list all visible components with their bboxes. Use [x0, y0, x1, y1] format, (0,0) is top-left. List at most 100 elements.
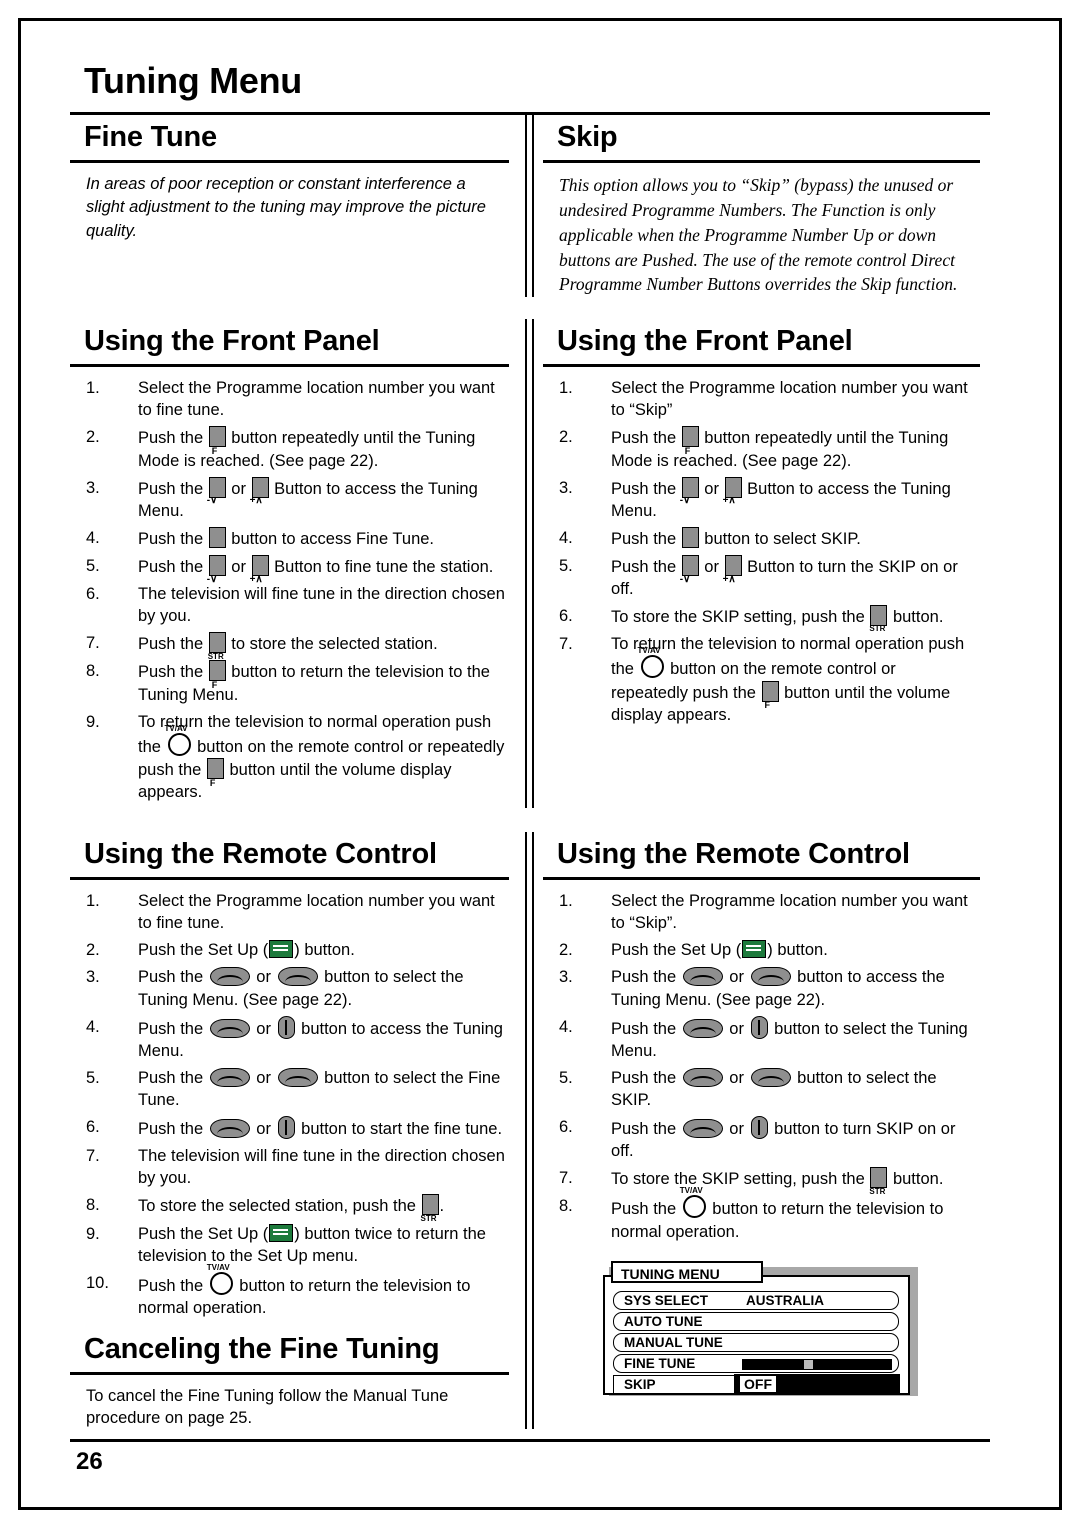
- step-number: 5.: [86, 556, 100, 575]
- osd-rows: SYS SELECT AUSTRALIA AUTO TUNE MANUAL TU…: [613, 1290, 900, 1396]
- step-text: Push the: [138, 663, 208, 682]
- step-number: 7.: [559, 1169, 573, 1188]
- up-down-button-icon: [277, 1116, 295, 1140]
- step-number: 4.: [86, 1017, 100, 1036]
- step-text: Select the Programme location number you…: [138, 892, 495, 933]
- step-text: Push the: [611, 1019, 681, 1038]
- footer-rule: [70, 1439, 990, 1443]
- list-item: 3. Push the or button to select the Tunin…: [86, 967, 464, 1009]
- step-text: Push the: [138, 479, 208, 498]
- step-number: 4.: [559, 1017, 573, 1036]
- step-number: 3.: [559, 968, 573, 987]
- left-rocker-button-icon: [209, 967, 250, 987]
- osd-row-fine-tune: FINE TUNE: [613, 1353, 899, 1373]
- right-rocker-button-icon: [277, 967, 318, 987]
- f-button-icon: [681, 426, 699, 457]
- volume-up-button-icon: [723, 554, 742, 586]
- column-divider: [525, 115, 534, 298]
- steps-left-front-panel: 1. Select the Programme location number y…: [70, 377, 509, 803]
- list-item: 4. Push the or button to select the Tunin…: [559, 1015, 968, 1060]
- f-button-icon: [208, 426, 226, 457]
- heading-rule: [70, 364, 509, 368]
- list-item: 7. The television will fine tune in the d…: [86, 1145, 505, 1189]
- steps-right-front-panel: 1. Select the Programme location number y…: [543, 377, 980, 726]
- osd-row-label: AUTO TUNE: [624, 1313, 703, 1329]
- section-remote-control: Using the Remote Control 1. Select the Pr…: [70, 832, 990, 1430]
- skip-value-highlight: OFF: [734, 1373, 900, 1395]
- step-text: button to access Fine Tune.: [226, 529, 435, 548]
- step-text: Push the Set Up (: [611, 941, 742, 960]
- step-text: Push the: [611, 968, 681, 987]
- step-text: Button to fine tune the station.: [269, 557, 494, 576]
- step-text: Push the Set Up (: [138, 941, 269, 960]
- list-item: 7. To return the television to normal ope…: [559, 633, 976, 725]
- volume-down-button-icon: [680, 476, 699, 508]
- step-text: Push the: [138, 529, 208, 548]
- step-text: Push the: [138, 1276, 208, 1295]
- list-item: 6. Push the or button to start the fine t…: [86, 1116, 503, 1140]
- list-item: 9. To return the television to normal ope…: [86, 711, 505, 803]
- heading-fine-tune: Fine Tune: [84, 121, 217, 153]
- step-text: To store the SKIP setting, push the: [611, 608, 870, 627]
- osd-row-label: FINE TUNE: [624, 1355, 696, 1371]
- step-number: 2.: [86, 428, 100, 447]
- step-number: 9.: [86, 1224, 100, 1243]
- osd-row-value: OFF: [740, 1375, 776, 1392]
- step-number: 5.: [559, 556, 573, 575]
- list-item: 1. Select the Programme location number y…: [559, 890, 976, 934]
- step-number: 1.: [86, 379, 100, 398]
- volume-down-button-icon: [680, 554, 699, 586]
- section-intro: Fine Tune In areas of poor reception or …: [70, 115, 990, 298]
- step-number: 1.: [559, 892, 573, 911]
- left-rocker-button-icon: [209, 1119, 250, 1139]
- heading-remote-left: Using the Remote Control: [84, 838, 437, 871]
- step-number: 4.: [86, 528, 100, 547]
- step-number: 5.: [86, 1068, 100, 1087]
- list-item: 1. Select the Programme location number y…: [559, 377, 976, 421]
- canceling-text: To cancel the Fine Tuning follow the Man…: [86, 1386, 449, 1428]
- list-item: 8.Push the button to return the televisi…: [559, 1186, 976, 1242]
- step-number: 8.: [86, 1196, 100, 1215]
- fine-tune-marker: [804, 1359, 813, 1369]
- step-number: 4.: [559, 528, 573, 547]
- step-number: 2.: [559, 428, 573, 447]
- osd-row-auto-tune: AUTO TUNE: [613, 1311, 899, 1331]
- step-text: .: [439, 1197, 445, 1216]
- step-text: Push the: [611, 529, 681, 548]
- step-text: Select the Programme location number you…: [611, 379, 968, 420]
- steps-right-remote: 1. Select the Programme location number y…: [543, 890, 980, 1243]
- list-item: 5. Push the or button to select the Fine …: [86, 1067, 501, 1109]
- tv-av-button-icon: [207, 1263, 233, 1295]
- column-divider: [525, 319, 534, 809]
- step-text: Push the: [611, 479, 681, 498]
- heading-rule: [70, 1371, 509, 1375]
- heading-rule: [70, 877, 509, 881]
- store-button-icon: [869, 1167, 888, 1197]
- list-item: 1. Select the Programme location number y…: [86, 377, 505, 421]
- tv-av-button-icon: [680, 1186, 706, 1219]
- heading-rule: [70, 160, 509, 163]
- store-button-icon: [208, 632, 226, 662]
- step-number: 5.: [559, 1068, 573, 1087]
- volume-down-button-icon: [207, 554, 226, 586]
- manual-page: Tuning Menu Fine Tune In areas of poor r…: [0, 0, 1080, 1528]
- step-number: 7.: [86, 634, 100, 653]
- column-right-front-panel: Using the Front Panel 1. Select the Progr…: [525, 319, 980, 808]
- step-text: The television will fine tune in the dir…: [138, 1147, 505, 1188]
- step-number: 7.: [559, 635, 573, 654]
- list-item: 8. To store the selected station, push th…: [86, 1194, 505, 1224]
- step-number: 10.: [86, 1273, 109, 1292]
- list-item: 4. Push the or button to access the Tunin…: [86, 1015, 503, 1060]
- step-text: Push the Set Up (: [138, 1224, 269, 1243]
- step-text: Push the: [611, 1120, 681, 1139]
- step-text: button to start the fine tune.: [296, 1120, 503, 1139]
- step-text: button to select SKIP.: [699, 529, 861, 548]
- step-text: To store the selected station, push the: [138, 1197, 421, 1216]
- step-text: Push the: [138, 1120, 208, 1139]
- heading-remote-right: Using the Remote Control: [557, 838, 910, 871]
- list-item: 10.Push the button to return the televis…: [86, 1263, 505, 1319]
- set-up-button-icon: [269, 940, 294, 959]
- step-text: Push the: [138, 635, 208, 654]
- osd-title: TUNING MENU: [611, 1260, 763, 1283]
- page-content: Tuning Menu Fine Tune In areas of poor r…: [70, 60, 990, 1476]
